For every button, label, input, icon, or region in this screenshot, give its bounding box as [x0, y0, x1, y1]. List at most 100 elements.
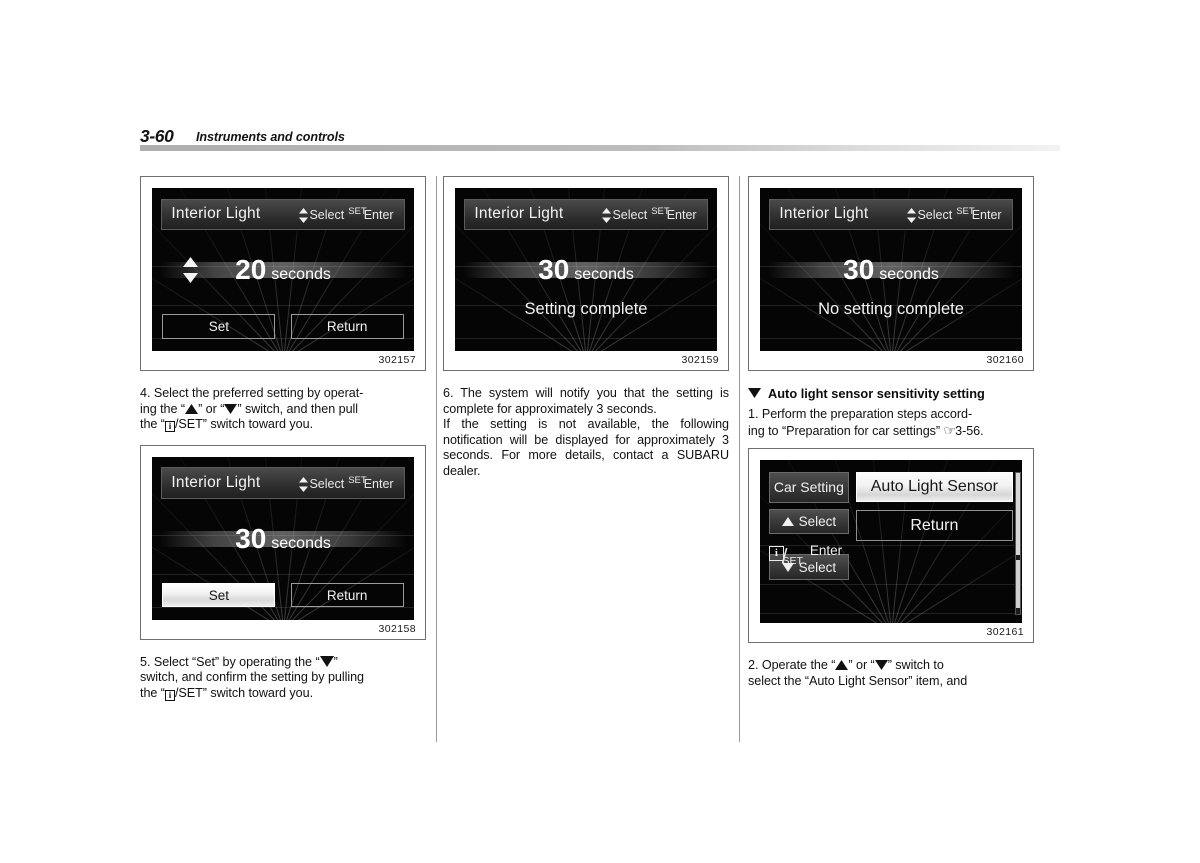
figure-number: 302161	[986, 626, 1024, 639]
hint-enter-label: Enter	[363, 207, 394, 222]
step-1-text: 1. Perform the preparation steps accord-…	[748, 407, 1034, 439]
step-2-line1-mid: ” or “	[848, 658, 875, 673]
lcd-title-bar: Interior Light Select SET Enter	[161, 198, 405, 231]
section-heading-label: Auto light sensor sensitivity setting	[768, 385, 985, 401]
figure-number: 302160	[986, 353, 1024, 366]
figure-302160: Interior Light Select SET Enter 30 secon…	[748, 176, 1034, 371]
lcd-set-button[interactable]: Set	[162, 314, 276, 339]
value-number: 20	[235, 254, 267, 286]
value-unit: seconds	[879, 266, 939, 284]
step-1-line2-pre: ing to “Preparation for car settings”	[748, 423, 944, 438]
column-3: Interior Light Select SET Enter 30 secon…	[748, 176, 1034, 689]
step-5-line1-post: ”	[333, 654, 338, 669]
hint-set-label: SET	[348, 205, 367, 217]
manual-page: 3-60 Instruments and controls Interior L…	[0, 0, 1200, 863]
up-down-arrows-icon	[907, 207, 917, 223]
menu-item-return[interactable]: Return	[855, 510, 1014, 542]
down-triangle-section-marker-icon	[748, 388, 761, 399]
step-4-line2-mid: ” or “	[198, 401, 225, 416]
figure-number: 302159	[681, 353, 719, 366]
down-triangle-icon	[224, 403, 238, 414]
section-heading: Auto light sensor sensitivity setting	[748, 386, 1034, 401]
lcd-value: 30 seconds	[455, 254, 717, 286]
value-number: 30	[538, 254, 570, 286]
step-4-line3-post: /SET” switch toward you.	[174, 417, 314, 432]
hint-enter-label: Enter	[363, 476, 394, 491]
car-setting-header-chip: Car Setting	[768, 471, 849, 504]
lcd-message: No setting complete	[818, 300, 964, 319]
lcd-screen-no-setting-complete: Interior Light Select SET Enter 30 secon…	[760, 188, 1022, 351]
lcd-screen-interior-light-30-set: Interior Light Select SET Enter 30 secon…	[152, 456, 414, 620]
step-4-text: 4. Select the preferred setting by opera…	[140, 386, 426, 433]
value-number: 30	[235, 523, 267, 555]
menu-scrollbar[interactable]	[1015, 471, 1022, 615]
step-1-line2-ref: 3-56.	[955, 423, 984, 438]
hint-enter-label: Enter	[666, 207, 697, 222]
lcd-title: Interior Light	[779, 205, 869, 223]
lcd-value-row: 20 seconds	[152, 253, 414, 287]
step-5-line3-post: /SET” switch toward you.	[174, 685, 314, 700]
lcd-button-row: Set Return	[162, 314, 404, 339]
lcd-value-row: 30 seconds	[152, 522, 414, 556]
scrollbar-thumb-lower[interactable]	[1016, 560, 1021, 609]
figure-number: 302157	[378, 353, 416, 366]
car-setting-control-rail: Car Setting Select i / SET Enter Select	[768, 471, 849, 615]
hint-enter-label: Enter	[971, 207, 1002, 222]
lcd-value: 20 seconds	[152, 254, 414, 286]
lcd-set-button[interactable]: Set	[162, 583, 276, 608]
header-rule	[140, 145, 1060, 151]
lcd-hints: Select SET Enter	[602, 205, 697, 223]
figure-302157: Interior Light Select SET Enter 20 secon…	[140, 176, 426, 371]
select-up-chip[interactable]: Select	[768, 508, 849, 535]
step-5-line1-pre: 5. Select “Set” by operating the “	[140, 654, 320, 669]
lcd-title: Interior Light	[171, 474, 261, 492]
hint-set-label: SET	[348, 474, 367, 486]
lcd-screen-setting-complete: Interior Light Select SET Enter 30 secon…	[455, 188, 717, 351]
lcd-message: Setting complete	[524, 300, 648, 319]
hint-set-label: SET	[956, 205, 975, 217]
hint-select-label: Select	[917, 207, 953, 222]
figure-302159: Interior Light Select SET Enter 30 secon…	[443, 176, 729, 371]
lcd-title-bar: Interior Light Select SET Enter	[161, 467, 405, 500]
enter-label: Enter	[809, 543, 843, 559]
enter-control[interactable]: i / SET Enter	[768, 538, 849, 570]
lcd-hints: Select SET Enter	[907, 205, 1002, 223]
menu-item-auto-light-sensor[interactable]: Auto Light Sensor	[855, 471, 1014, 503]
step-5-line2: switch, and confirm the setting by pulli…	[140, 670, 365, 685]
step-2-text: 2. Operate the “ ” or “ ” switch to select…	[748, 658, 1034, 689]
car-setting-menu-list: Auto Light Sensor Return	[855, 471, 1014, 615]
value-unit: seconds	[271, 266, 331, 284]
step-1-line1: 1. Perform the preparation steps accord-	[748, 406, 973, 421]
step-2-line1-pre: 2. Operate the “	[748, 658, 836, 673]
hint-set-label: SET	[651, 205, 670, 217]
value-number: 30	[843, 254, 875, 286]
up-down-arrows-icon	[602, 207, 612, 223]
up-triangle-icon	[781, 517, 794, 527]
lcd-value: 30 seconds	[760, 254, 1022, 286]
step-2-line2: select the “Auto Light Sensor” item, and	[748, 673, 968, 688]
hint-select-label: Select	[309, 476, 345, 491]
scrollbar-thumb[interactable]	[1016, 472, 1021, 555]
step-6-note: If the setting is not available, the fol…	[443, 417, 729, 478]
lcd-value-row: 30 seconds	[455, 253, 717, 287]
value-unit: seconds	[574, 266, 634, 284]
value-unit: seconds	[271, 535, 331, 553]
down-triangle-icon	[874, 660, 888, 671]
select-up-label: Select	[798, 514, 837, 530]
step-4-line3-pre: the “	[140, 417, 165, 432]
pointing-hand-icon: ☞	[942, 422, 956, 438]
page-header: 3-60 Instruments and controls	[140, 126, 1060, 152]
step-4-line2-pre: ing the “	[140, 401, 186, 416]
down-triangle-icon	[319, 655, 334, 667]
figure-302161: Car Setting Select i / SET Enter Select …	[748, 448, 1034, 644]
step-5-line3-pre: the “	[140, 685, 165, 700]
step-4-line2-post: ” switch, and then pull	[237, 401, 359, 416]
lcd-return-button[interactable]: Return	[290, 314, 404, 339]
up-triangle-icon	[185, 403, 199, 414]
lcd-title: Interior Light	[474, 205, 564, 223]
step-6-text: 6. The system will notify you that the s…	[443, 385, 729, 416]
lcd-screen-interior-light-20: Interior Light Select SET Enter 20 secon…	[152, 188, 414, 351]
column-divider-1	[436, 176, 437, 742]
lcd-return-button[interactable]: Return	[290, 583, 404, 608]
lcd-hints: Select SET Enter	[299, 474, 394, 492]
